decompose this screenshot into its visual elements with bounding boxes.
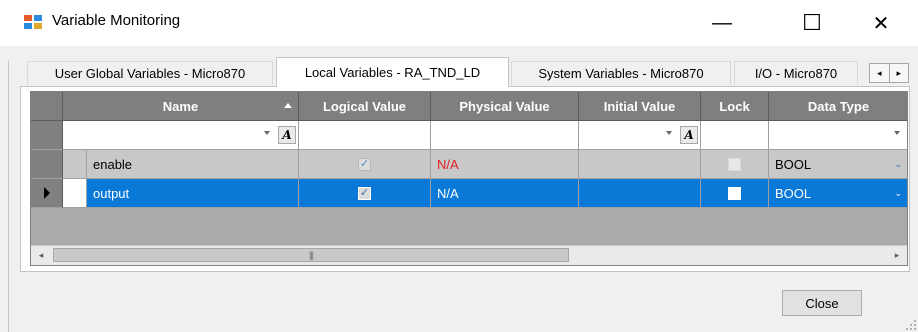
data-type-value: BOOL <box>775 185 812 201</box>
column-header-label: Name <box>162 98 199 114</box>
horizontal-scrollbar[interactable]: ◂ ||| ▸ <box>31 245 907 265</box>
column-header-label: Initial Value <box>603 98 676 114</box>
tab-local-variables[interactable]: Local Variables - RA_TND_LD <box>276 57 509 87</box>
resize-grip-icon[interactable] <box>906 320 916 330</box>
logical-value-checkbox[interactable]: ✓ <box>358 186 371 200</box>
logical-value-checkbox[interactable]: ✓ <box>358 157 371 171</box>
filter-dropdown-caret-icon[interactable] <box>666 131 672 135</box>
left-edge-divider <box>8 60 9 332</box>
column-header-name[interactable]: Name <box>63 92 299 121</box>
scroll-right-icon[interactable]: ▸ <box>887 246 907 265</box>
scrollbar-thumb[interactable]: ||| <box>53 248 569 262</box>
table-row-selected[interactable]: output ✓ N/A BOOL ⌄ <box>31 179 907 208</box>
minimize-button[interactable]: — <box>699 0 745 46</box>
close-window-button[interactable]: ✕ <box>858 0 904 46</box>
physical-value-filter-cell <box>431 121 579 150</box>
column-header-label: Lock <box>719 98 750 114</box>
row-selector[interactable] <box>31 150 63 179</box>
tab-label: System Variables - Micro870 <box>538 66 704 81</box>
variable-name-cell[interactable]: enable <box>87 150 299 179</box>
initial-value-cell[interactable] <box>579 179 701 208</box>
tab-user-global-variables[interactable]: User Global Variables - Micro870 <box>27 61 273 85</box>
logical-value-filter-cell <box>299 121 431 150</box>
title-bar: Variable Monitoring — ☐ ✕ <box>0 0 918 46</box>
filter-a-icon[interactable]: A <box>680 126 698 144</box>
variables-grid: Name Logical Value Physical Value Initia… <box>30 91 908 266</box>
filter-dropdown-caret-icon[interactable] <box>894 131 900 135</box>
grid-header-row: Name Logical Value Physical Value Initia… <box>31 92 907 121</box>
lock-filter-cell <box>701 121 769 150</box>
logical-value-cell[interactable]: ✓ <box>299 150 431 179</box>
column-header-label: Logical Value <box>322 98 407 114</box>
tab-scroll-left-icon[interactable]: ◂ <box>870 64 889 82</box>
column-header-logical-value[interactable]: Logical Value <box>299 92 431 121</box>
header-row-selector <box>31 92 63 121</box>
column-header-lock[interactable]: Lock <box>701 92 769 121</box>
tab-system-variables[interactable]: System Variables - Micro870 <box>511 61 731 85</box>
column-header-label: Physical Value <box>459 98 550 114</box>
initial-value-cell[interactable] <box>579 150 701 179</box>
scroll-left-icon[interactable]: ◂ <box>31 246 51 265</box>
tab-scroll-buttons: ◂ ▸ <box>869 63 909 83</box>
lock-checkbox[interactable] <box>728 186 741 200</box>
row-indent-strip <box>63 150 87 179</box>
current-row-pointer-icon <box>43 187 50 199</box>
data-type-filter-cell[interactable] <box>769 121 907 150</box>
close-button[interactable]: Close <box>782 290 862 316</box>
column-header-physical-value[interactable]: Physical Value <box>431 92 579 121</box>
filter-a-icon[interactable]: A <box>278 126 296 144</box>
window-title: Variable Monitoring <box>52 12 181 29</box>
physical-value-cell: N/A <box>431 150 579 179</box>
maximize-button[interactable]: ☐ <box>789 0 835 46</box>
data-type-value: BOOL <box>775 156 812 172</box>
row-indent-strip <box>63 179 87 208</box>
row-selector[interactable] <box>31 179 63 208</box>
column-header-label: Data Type <box>807 98 870 114</box>
column-header-data-type[interactable]: Data Type <box>769 92 907 121</box>
column-header-initial-value[interactable]: Initial Value <box>579 92 701 121</box>
filter-row-selector <box>31 121 63 150</box>
chevron-down-icon[interactable]: ⌄ <box>894 188 902 199</box>
tab-scroll-right-icon[interactable]: ▸ <box>888 64 909 82</box>
logical-value-cell[interactable]: ✓ <box>299 179 431 208</box>
tab-io[interactable]: I/O - Micro870 <box>734 61 858 85</box>
tab-label: User Global Variables - Micro870 <box>54 66 246 81</box>
lock-cell[interactable] <box>701 179 769 208</box>
lock-checkbox[interactable] <box>728 157 741 171</box>
data-type-cell[interactable]: BOOL ⌄ <box>769 150 907 179</box>
tab-label: Local Variables - RA_TND_LD <box>304 65 481 80</box>
initial-value-filter-cell[interactable]: A <box>579 121 701 150</box>
variable-name-cell[interactable]: output <box>87 179 299 208</box>
grid-filter-row: A A <box>31 121 907 150</box>
tab-label: I/O - Micro870 <box>754 66 838 81</box>
sort-ascending-icon <box>284 103 292 108</box>
filter-dropdown-caret-icon[interactable] <box>264 131 270 135</box>
name-filter-cell[interactable]: A <box>63 121 299 150</box>
app-grid-icon <box>24 15 42 29</box>
lock-cell[interactable] <box>701 150 769 179</box>
physical-value-cell: N/A <box>431 179 579 208</box>
data-type-cell[interactable]: BOOL ⌄ <box>769 179 907 208</box>
chevron-down-icon[interactable]: ⌄ <box>894 159 902 170</box>
table-row[interactable]: enable ✓ N/A BOOL ⌄ <box>31 150 907 179</box>
